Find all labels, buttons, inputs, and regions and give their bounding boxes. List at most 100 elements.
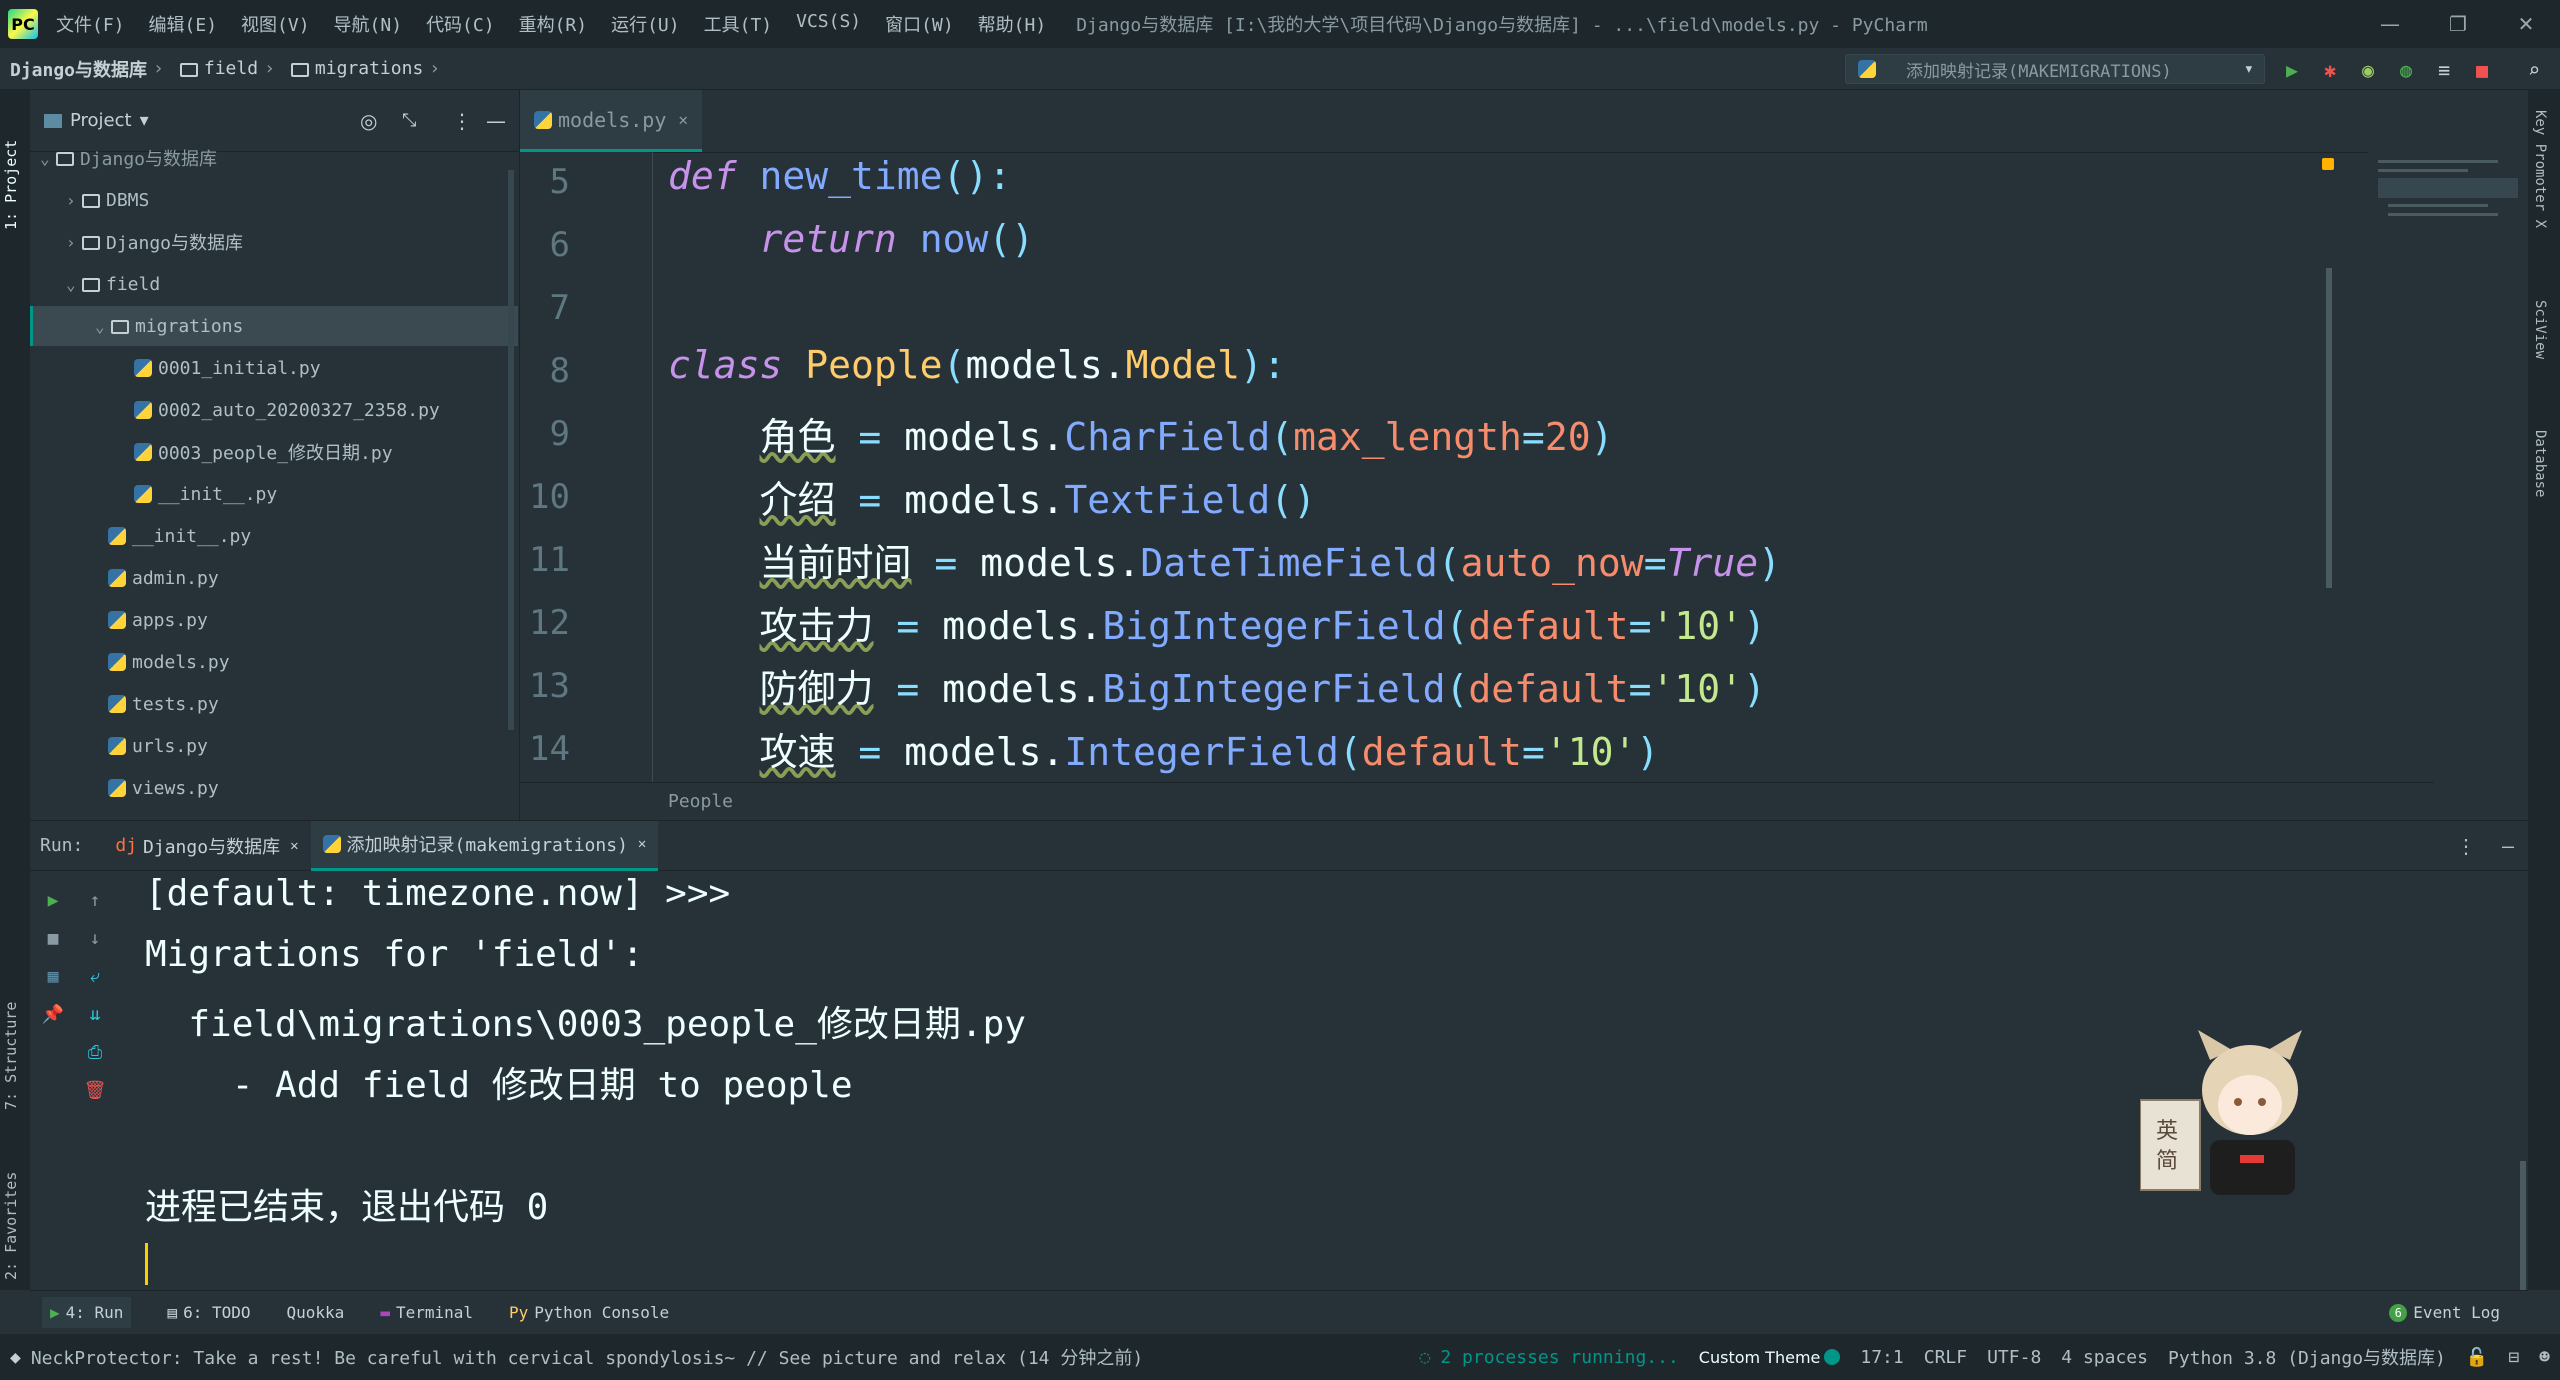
search-icon[interactable]: ⌕ [2522,58,2546,82]
tree-item-folder[interactable]: ⌄ field [30,264,518,304]
tab-models-py[interactable]: models.py ✕ [520,90,703,152]
run-tab-django[interactable]: dj Django与数据库 ✕ [103,821,310,871]
tree-item-file[interactable]: models.py [30,642,518,682]
tree-item-file[interactable]: 0001_initial.py [30,348,518,388]
indent-setting[interactable]: 4 spaces [2061,1347,2148,1368]
breadcrumb-migrations[interactable]: migrations › [290,58,446,79]
database-tool-tab[interactable]: Database [2532,430,2548,497]
rerun-icon[interactable]: ▶ [42,889,64,911]
lock-icon[interactable]: 🔓 [2466,1347,2488,1368]
tree-item-folder[interactable]: › DBMS [30,180,518,220]
locate-icon[interactable]: ◎ [360,109,377,133]
code-text[interactable]: def new_time(): return now() class Peopl… [520,152,2420,782]
run-tool-tab[interactable]: ▶ 4: Run [42,1297,132,1328]
code-minimap[interactable] [2368,152,2528,282]
print-icon[interactable]: ⎙ [84,1041,106,1063]
close-tab-icon[interactable]: ✕ [638,836,646,852]
warning-marker-icon[interactable] [2322,158,2334,170]
close-window-button[interactable]: ✕ [2492,0,2560,48]
tree-item-file[interactable]: urls.py [30,726,518,766]
sciview-tool-tab[interactable]: SciView [2532,300,2548,359]
tree-item-file[interactable]: __init__.py [30,516,518,556]
breadcrumb-field[interactable]: field › [179,58,281,79]
breadcrumb-project[interactable]: Django与数据库 › [10,56,170,82]
cursor-position[interactable]: 17:1 [1860,1347,1903,1368]
tree-item-file[interactable]: admin.py [30,558,518,598]
event-log-tool-tab[interactable]: 6 Event Log [2389,1303,2500,1322]
stop-icon[interactable]: ■ [2470,58,2494,82]
profile-icon[interactable]: ◍ [2394,58,2418,82]
file-encoding[interactable]: UTF-8 [1987,1347,2041,1368]
tree-item-folder[interactable]: ⌄ migrations [30,306,518,346]
layout-icon[interactable]: ▦ [42,965,64,987]
close-tab-icon[interactable]: ✕ [678,110,688,129]
scroll-to-end-icon[interactable]: ⇊ [84,1003,106,1025]
run-icon[interactable]: ▶ [2280,58,2304,82]
hide-panel-icon[interactable]: — [486,109,506,133]
menu-view[interactable]: 视图(V) [241,11,310,37]
menu-navigate[interactable]: 导航(N) [334,11,403,37]
trash-icon[interactable]: 🗑 [84,1079,107,1101]
breadcrumb-class[interactable]: People [668,791,733,812]
minimize-button[interactable]: — [2356,0,2424,48]
options-icon[interactable]: ⋮ [452,109,472,133]
hide-panel-icon[interactable]: — [2502,834,2514,858]
maximize-button[interactable]: ❐ [2424,0,2492,48]
theme-indicator[interactable]: Custom Theme [1699,1348,1821,1367]
favorites-tool-tab[interactable]: 2: Favorites [2,1140,20,1280]
up-arrow-icon[interactable]: ↑ [84,889,106,911]
processes-indicator[interactable]: 2 processes running... [1440,1347,1678,1368]
python-console-tool-tab[interactable]: Py Python Console [509,1303,669,1322]
tree-item-folder[interactable]: › Django与数据库 [30,222,518,262]
menu-file[interactable]: 文件(F) [56,11,125,37]
close-tab-icon[interactable]: ✕ [290,838,298,854]
chevron-down-icon[interactable]: ▾ [140,110,149,131]
project-view-select[interactable]: Project [70,110,132,131]
tree-item-file[interactable]: 0002_auto_20200327_2358.py [30,390,518,430]
project-scrollbar[interactable] [508,170,514,730]
code-breadcrumb[interactable]: People [520,782,2434,820]
status-message[interactable]: NeckProtector: Take a rest! Be careful w… [31,1344,1143,1370]
console-scrollbar[interactable] [2520,1161,2526,1291]
editor-scrollbar[interactable] [2326,268,2332,588]
python-interpreter[interactable]: Python 3.8 (Django与数据库) [2168,1344,2446,1370]
memory-icon[interactable]: ⊟ [2508,1347,2519,1368]
chevron-down-icon[interactable]: ⌄ [66,275,82,294]
menu-code[interactable]: 代码(C) [426,11,495,37]
tree-item-file[interactable]: views.py [30,768,518,808]
line-separator[interactable]: CRLF [1924,1347,1967,1368]
tree-root[interactable]: ⌄ Django与数据库 [30,146,518,171]
run-tab-makemigrations[interactable]: 添加映射记录(makemigrations) ✕ [310,820,659,871]
todo-tool-tab[interactable]: ▤ 6: TODO [167,1303,250,1322]
chevron-right-icon[interactable]: › [66,191,82,210]
menu-window[interactable]: 窗口(W) [885,11,954,37]
menu-help[interactable]: 帮助(H) [978,11,1047,37]
structure-tool-tab[interactable]: 7: Structure [2,970,20,1110]
tree-item-file[interactable]: tests.py [30,684,518,724]
debug-icon[interactable]: ✱ [2318,58,2342,82]
stop-icon[interactable]: ■ [42,927,64,949]
menu-tools[interactable]: 工具(T) [704,11,773,37]
options-icon[interactable]: ⋮ [2456,834,2476,858]
run-config-select[interactable]: 添加映射记录(MAKEMIGRATIONS) ▾ [1845,54,2265,84]
soft-wrap-icon[interactable]: ⤶ [84,965,106,987]
menu-run[interactable]: 运行(U) [611,11,680,37]
down-arrow-icon[interactable]: ↓ [84,927,106,949]
chevron-down-icon[interactable]: ⌄ [95,317,111,336]
menu-edit[interactable]: 编辑(E) [149,11,218,37]
menu-vcs[interactable]: VCS(S) [796,11,861,37]
key-promoter-tool-tab[interactable]: Key Promoter X [2532,110,2548,228]
pin-icon[interactable]: 📌 [42,1003,64,1025]
tree-item-file[interactable]: apps.py [30,600,518,640]
chevron-right-icon[interactable]: › [66,233,82,252]
build-icon[interactable]: ≡ [2432,58,2456,82]
tree-item-file[interactable]: 0003_people_修改日期.py [30,432,518,472]
terminal-tool-tab[interactable]: ▬ Terminal [380,1303,473,1322]
tree-item-file[interactable]: __init__.py [30,474,518,514]
menu-refactor[interactable]: 重构(R) [519,11,588,37]
quokka-tool-tab[interactable]: Quokka [287,1303,345,1322]
collapse-all-icon[interactable]: ⤡ [402,110,416,131]
coverage-icon[interactable]: ◉ [2356,58,2380,82]
hector-icon[interactable]: ☻ [2539,1347,2550,1368]
project-tool-tab[interactable]: 1: Project [2,100,20,230]
